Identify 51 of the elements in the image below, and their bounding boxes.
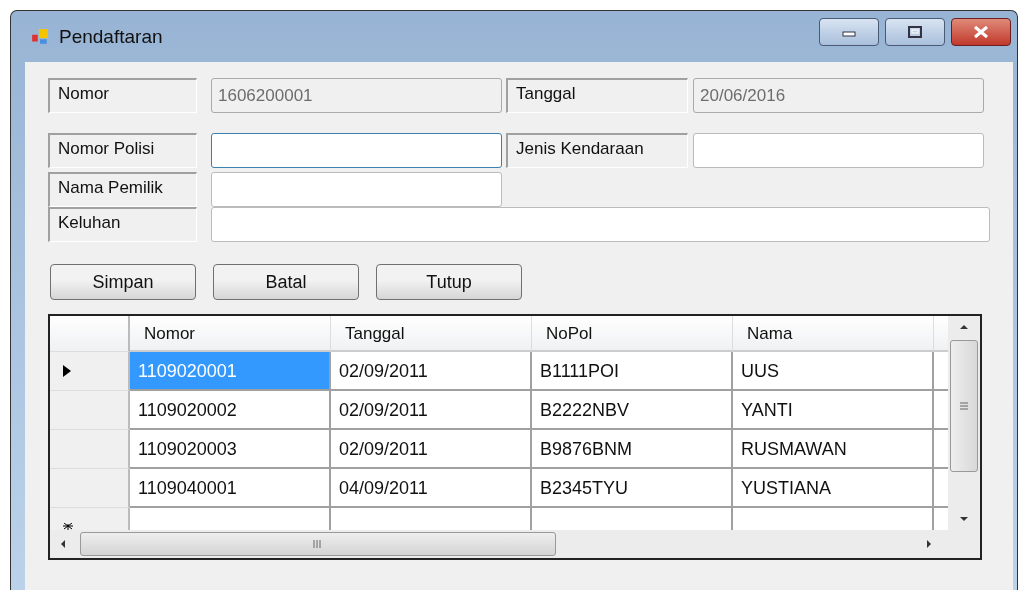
table-cell: B1111POI — [532, 352, 733, 391]
text-field[interactable] — [211, 172, 502, 207]
field-label: Tanggal — [506, 78, 688, 113]
vertical-scrollbar[interactable] — [948, 316, 980, 530]
row-header[interactable] — [50, 430, 130, 469]
scroll-down-icon — [959, 516, 969, 522]
field-label: Keluhan — [48, 207, 197, 242]
table-cell: 04/09/2011 — [331, 469, 532, 508]
row-header[interactable] — [50, 391, 130, 430]
form-button[interactable]: Simpan — [50, 264, 196, 300]
table-cell: 1109040001 — [130, 469, 331, 508]
table-cell: B2345TYU — [532, 469, 733, 508]
scroll-thumb[interactable] — [950, 340, 978, 472]
field-label: Nama Pemilik — [48, 172, 197, 207]
scroll-left-icon — [60, 539, 66, 549]
text-field[interactable] — [693, 133, 984, 168]
maximize-icon — [907, 25, 923, 38]
table-cell: UUS — [733, 352, 934, 391]
maximize-button[interactable] — [885, 17, 945, 46]
field-label: Nomor — [48, 78, 197, 113]
close-icon — [972, 24, 990, 39]
table-cell: 1109020002 — [130, 391, 331, 430]
text-field[interactable] — [211, 133, 502, 168]
form-button[interactable]: Batal — [213, 264, 359, 300]
text-field[interactable] — [211, 207, 990, 242]
table-cell: 02/09/2011 — [331, 352, 532, 391]
table-cell: B2222NBV — [532, 391, 733, 430]
field-label: Jenis Kendaraan — [506, 133, 688, 168]
table-cell: YUSTIANA — [733, 469, 934, 508]
table-cell: 02/09/2011 — [331, 430, 532, 469]
scroll-thumb[interactable] — [80, 532, 556, 556]
table-cell: RUSMAWAN — [733, 430, 934, 469]
table-cell: B9876BNM — [532, 430, 733, 469]
window-title: Pendaftaran — [59, 25, 163, 48]
horizontal-scrollbar[interactable] — [50, 530, 980, 558]
form-button[interactable]: Tutup — [376, 264, 522, 300]
table-cell: 1109020003 — [130, 430, 331, 469]
row-header[interactable] — [50, 469, 130, 508]
scroll-up-icon — [959, 324, 969, 330]
table-cell: YANTI — [733, 391, 934, 430]
new-row-icon — [62, 523, 74, 530]
table-cell: 02/09/2011 — [331, 391, 532, 430]
row-header[interactable] — [50, 352, 130, 391]
minimize-button[interactable] — [819, 17, 879, 46]
grip-icon — [959, 402, 969, 410]
grip-icon — [313, 540, 323, 548]
table-cell: 1109020001 — [130, 352, 331, 391]
close-button[interactable] — [951, 17, 1011, 46]
field-label: Nomor Polisi — [48, 133, 197, 168]
scroll-right-icon — [926, 539, 932, 549]
app-icon — [31, 27, 49, 46]
